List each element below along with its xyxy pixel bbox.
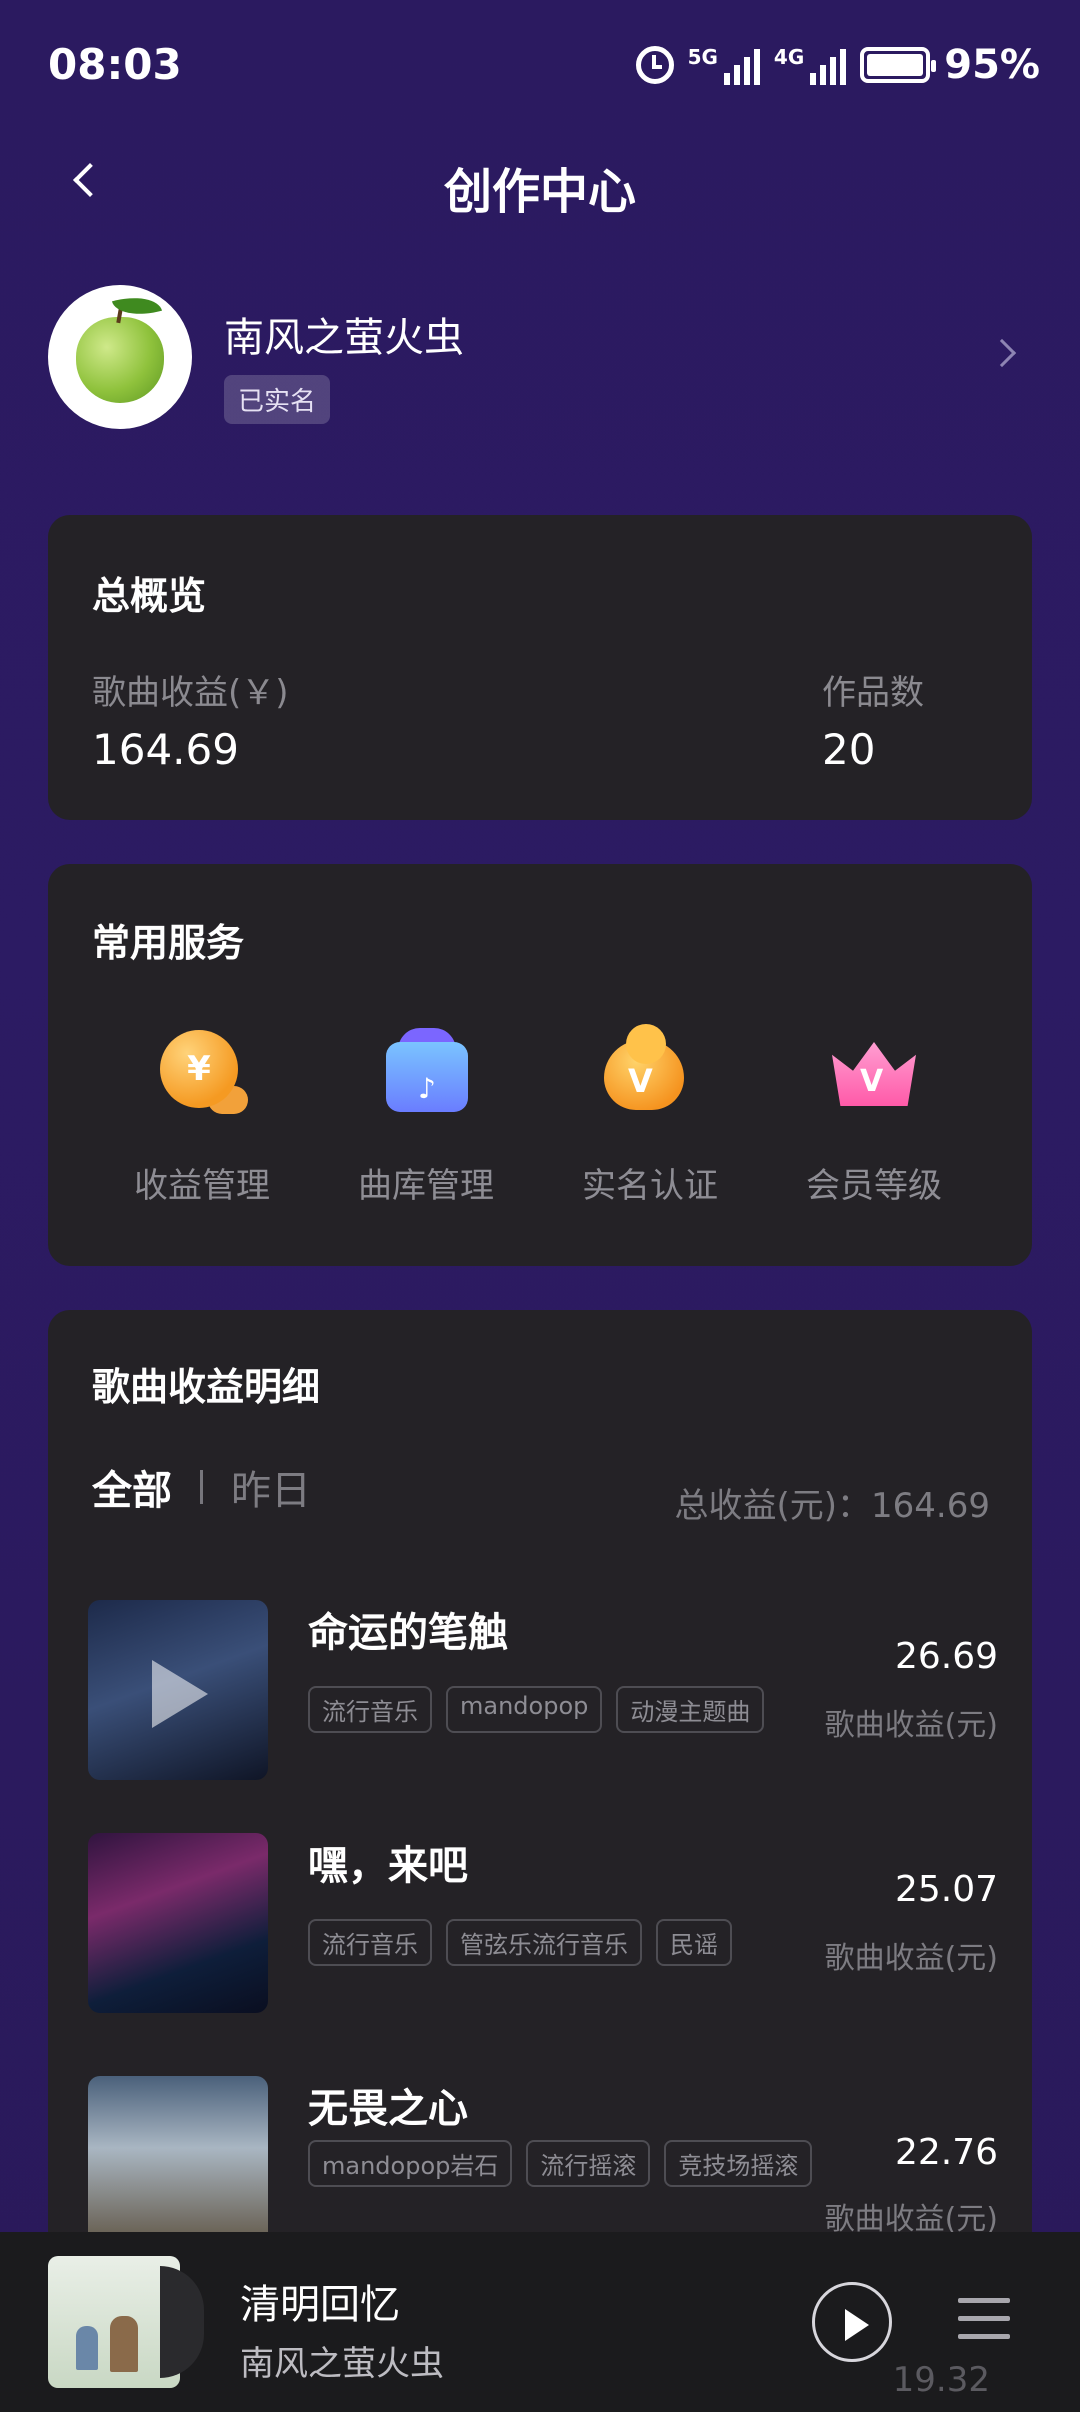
earnings-value: 164.69 bbox=[92, 725, 239, 774]
service-earnings-management[interactable]: ¥ 收益管理 bbox=[102, 1024, 302, 1207]
song-cover[interactable] bbox=[88, 1600, 268, 1780]
user-name: 南风之萤火虫 bbox=[224, 315, 464, 361]
song-earnings-label: 歌曲收益(元) bbox=[824, 1708, 998, 1743]
signal-5g-icon: 5G bbox=[688, 45, 760, 85]
player-title: 清明回忆 bbox=[240, 2282, 400, 2328]
works-label: 作品数 bbox=[822, 673, 924, 713]
signal-4g-icon: 4G bbox=[774, 45, 847, 85]
song-tag: mandopop岩石 bbox=[308, 2140, 513, 2187]
song-row[interactable]: 嘿，来吧 流行音乐 管弦乐流行音乐 民谣 25.07 歌曲收益(元) bbox=[88, 1833, 998, 2013]
profile-row[interactable]: 南风之萤火虫 已实名 bbox=[48, 285, 1032, 435]
service-library-management[interactable]: ♪ 曲库管理 bbox=[326, 1024, 526, 1207]
playlist-button[interactable] bbox=[958, 2298, 1010, 2346]
song-tag: 流行摇滚 bbox=[526, 2140, 651, 2187]
song-row[interactable]: 命运的笔触 流行音乐 mandopop 动漫主题曲 26.69 歌曲收益(元) bbox=[88, 1600, 998, 1780]
total-earnings: 总收益(元)：164.69 bbox=[674, 1486, 991, 1526]
play-overlay-icon bbox=[152, 1660, 208, 1728]
song-tags: 流行音乐 mandopop 动漫主题曲 bbox=[308, 1686, 828, 1733]
service-member-level[interactable]: V 会员等级 bbox=[774, 1024, 974, 1207]
chevron-right-icon[interactable] bbox=[987, 338, 1017, 368]
song-tag: 管弦乐流行音乐 bbox=[446, 1919, 642, 1966]
vinyl-disc-icon bbox=[160, 2266, 204, 2378]
alarm-icon bbox=[635, 46, 674, 84]
tab-divider bbox=[200, 1470, 203, 1504]
status-time: 08:03 bbox=[48, 40, 182, 89]
service-real-name-verification[interactable]: V 实名认证 bbox=[550, 1024, 750, 1207]
earnings-tabs: 全部 昨日 bbox=[92, 1458, 311, 1516]
peek-song-earnings: 19.32 bbox=[892, 2360, 990, 2400]
song-tag: 民谣 bbox=[656, 1919, 732, 1966]
works-value: 20 bbox=[822, 725, 876, 774]
verified-badge: 已实名 bbox=[224, 375, 331, 424]
song-cover[interactable] bbox=[88, 1833, 268, 2013]
crown-icon: V bbox=[826, 1024, 922, 1120]
player-artist: 南风之萤火虫 bbox=[240, 2344, 444, 2384]
song-cover[interactable] bbox=[88, 2076, 268, 2256]
status-icons: 5G 4G 95% bbox=[635, 42, 1040, 88]
song-tag: 流行音乐 bbox=[308, 1919, 432, 1966]
song-tags: 流行音乐 管弦乐流行音乐 民谣 bbox=[308, 1919, 828, 1966]
overview-title: 总概览 bbox=[92, 574, 207, 618]
song-title: 嘿，来吧 bbox=[308, 1843, 468, 1889]
page-title: 创作中心 bbox=[443, 164, 636, 220]
tab-yesterday[interactable]: 昨日 bbox=[231, 1458, 311, 1516]
services-title: 常用服务 bbox=[92, 921, 245, 965]
details-title: 歌曲收益明细 bbox=[92, 1365, 321, 1409]
play-button[interactable] bbox=[812, 2282, 892, 2362]
song-title: 命运的笔触 bbox=[308, 1610, 508, 1656]
song-row[interactable]: 无畏之心 mandopop岩石 流行摇滚 竞技场摇滚 22.76 歌曲收益(元) bbox=[88, 2076, 998, 2256]
music-library-icon: ♪ bbox=[378, 1024, 474, 1120]
song-earnings: 25.07 bbox=[894, 1869, 998, 1910]
song-tag: 流行音乐 bbox=[308, 1686, 432, 1733]
overview-card: 总概览 歌曲收益(￥) 164.69 作品数 20 bbox=[48, 515, 1032, 820]
song-tag: mandopop bbox=[446, 1686, 603, 1733]
earnings-label: 歌曲收益(￥) bbox=[92, 673, 289, 713]
verify-icon: V bbox=[602, 1024, 698, 1120]
avatar[interactable] bbox=[48, 285, 192, 429]
song-earnings: 26.69 bbox=[894, 1636, 998, 1677]
song-tag: 竞技场摇滚 bbox=[664, 2140, 813, 2187]
coin-icon: ¥ bbox=[154, 1024, 250, 1120]
tab-all[interactable]: 全部 bbox=[92, 1458, 172, 1516]
header: 创作中心 bbox=[0, 140, 1080, 220]
song-title: 无畏之心 bbox=[308, 2086, 468, 2132]
song-earnings-label: 歌曲收益(元) bbox=[824, 1941, 998, 1976]
battery-percent: 95% bbox=[944, 42, 1040, 88]
services-card: 常用服务 ¥ 收益管理 ♪ 曲库管理 V 实名认证 V 会员等级 bbox=[48, 864, 1032, 1266]
song-tag: 动漫主题曲 bbox=[616, 1686, 765, 1733]
song-earnings: 22.76 bbox=[894, 2132, 998, 2173]
song-tags: mandopop岩石 流行摇滚 竞技场摇滚 bbox=[308, 2140, 828, 2187]
battery-icon bbox=[860, 47, 937, 83]
status-bar: 08:03 5G 4G 95% bbox=[0, 0, 1080, 130]
play-icon bbox=[845, 2309, 869, 2341]
